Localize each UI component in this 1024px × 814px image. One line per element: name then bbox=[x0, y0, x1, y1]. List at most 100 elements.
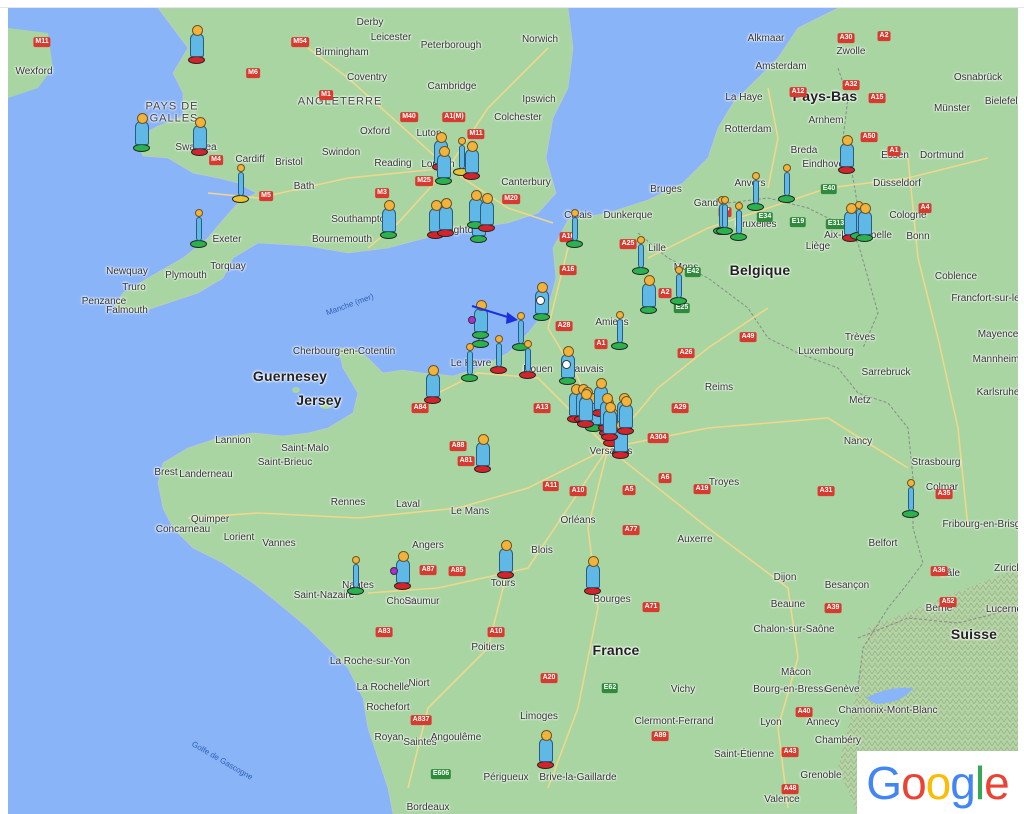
marker-body bbox=[586, 564, 600, 588]
city-label: Fribourg-en-Brisgau bbox=[942, 519, 1018, 530]
city-label: Swindon bbox=[321, 147, 361, 158]
city-label: Canterbury bbox=[501, 177, 551, 188]
map-marker-person[interactable] bbox=[778, 164, 795, 204]
map-marker-person[interactable] bbox=[670, 266, 687, 306]
map-marker-person[interactable] bbox=[519, 340, 536, 380]
map-marker-person[interactable] bbox=[380, 200, 397, 240]
city-label: Rennes bbox=[330, 497, 366, 508]
map-marker-person[interactable] bbox=[566, 209, 583, 249]
map-marker-person[interactable] bbox=[191, 117, 208, 157]
marker-body bbox=[722, 204, 728, 228]
map-marker-person[interactable] bbox=[497, 540, 514, 580]
map-marker-person[interactable] bbox=[730, 202, 747, 242]
map-marker-person[interactable] bbox=[747, 172, 764, 212]
city-label: Falmouth bbox=[106, 305, 148, 316]
map-marker-person[interactable] bbox=[424, 365, 441, 405]
map-marker-person[interactable] bbox=[584, 556, 601, 596]
marker-head bbox=[495, 335, 503, 343]
city-label: Périgueux bbox=[483, 772, 529, 783]
top-border bbox=[0, 0, 1024, 8]
road-shield: A304 bbox=[647, 433, 669, 443]
map-marker-person[interactable] bbox=[468, 300, 489, 340]
map-marker-person[interactable] bbox=[190, 209, 207, 249]
road-shield: A15 bbox=[868, 93, 886, 103]
city-label: Düsseldorf bbox=[873, 178, 921, 189]
marker-base bbox=[232, 195, 249, 203]
map-marker-person[interactable] bbox=[478, 193, 495, 233]
road-shield: A6 bbox=[658, 473, 672, 483]
city-label: Cherbourg-en-Cotentin bbox=[292, 346, 396, 357]
marker-base bbox=[670, 297, 687, 305]
map-marker-person[interactable] bbox=[437, 198, 454, 238]
map-canvas[interactable]: ANGLETERRE PAYS DE GALLES Belgique Pays-Bas F… bbox=[8, 8, 1018, 814]
marker-body bbox=[474, 308, 488, 332]
map-marker-person[interactable] bbox=[461, 343, 478, 383]
google-logo: Google bbox=[857, 751, 1018, 814]
road-shield: M40 bbox=[400, 112, 418, 122]
road-shield: A28 bbox=[555, 321, 573, 331]
city-label: Leicester bbox=[370, 32, 412, 43]
road-shield: A26 bbox=[677, 348, 695, 358]
city-label: Saint-Brieuc bbox=[257, 457, 313, 468]
map-marker-person[interactable] bbox=[601, 402, 618, 442]
city-label: Dortmund bbox=[920, 150, 964, 161]
city-label: Saumur bbox=[404, 596, 440, 607]
marker-body bbox=[353, 564, 359, 588]
map-marker-person[interactable] bbox=[188, 25, 205, 65]
road-shield: M54 bbox=[291, 37, 309, 47]
city-label: Niort bbox=[408, 678, 430, 689]
road-shield: A837 bbox=[410, 715, 432, 725]
marker-head bbox=[441, 198, 452, 209]
map-marker-person[interactable] bbox=[533, 282, 550, 322]
country-label: ANGLETERRE bbox=[297, 95, 383, 108]
map-marker-person[interactable] bbox=[611, 311, 628, 351]
city-label: Truro bbox=[122, 282, 146, 293]
map-marker-person[interactable] bbox=[902, 479, 919, 519]
marker-body bbox=[908, 487, 914, 511]
country-label: Guernesey bbox=[252, 368, 328, 384]
marker-base bbox=[617, 427, 634, 435]
road-shield: E34 bbox=[756, 212, 774, 222]
city-label: Besançon bbox=[824, 580, 870, 591]
map-marker-person[interactable] bbox=[347, 556, 364, 596]
city-label: Bordeaux bbox=[406, 802, 450, 813]
map-marker-person[interactable] bbox=[490, 335, 507, 375]
map-marker-person[interactable] bbox=[133, 113, 150, 153]
road-shield: M4 bbox=[209, 155, 223, 165]
map-marker-person[interactable] bbox=[537, 730, 554, 770]
city-label: Troyes bbox=[708, 477, 740, 488]
map-marker-person[interactable] bbox=[435, 146, 452, 186]
city-label: Clermont-Ferrand bbox=[634, 716, 714, 727]
map-marker-person[interactable] bbox=[617, 396, 634, 436]
map-marker-person[interactable] bbox=[559, 346, 576, 386]
road-shield: A1 bbox=[887, 146, 901, 156]
marker-body bbox=[572, 217, 578, 241]
map-marker-person[interactable] bbox=[232, 164, 249, 204]
city-label: Rotterdam bbox=[724, 124, 772, 135]
city-label: Mayence bbox=[977, 329, 1018, 340]
road-shield: A40 bbox=[795, 707, 813, 717]
marker-purple-dot bbox=[390, 567, 398, 575]
map-marker-person[interactable] bbox=[463, 141, 480, 181]
city-label: Bielefeld bbox=[984, 96, 1018, 107]
map-marker-person[interactable] bbox=[716, 196, 733, 236]
map-marker-person[interactable] bbox=[632, 236, 649, 276]
marker-head bbox=[581, 389, 592, 400]
city-label: Limoges bbox=[520, 711, 558, 722]
map-marker-person[interactable] bbox=[856, 203, 873, 243]
marker-body bbox=[499, 548, 513, 572]
country-label: France bbox=[592, 642, 640, 658]
marker-head bbox=[735, 202, 743, 210]
map-marker-person[interactable] bbox=[838, 135, 855, 175]
map-marker-person[interactable] bbox=[390, 551, 411, 591]
map-marker-person[interactable] bbox=[640, 275, 657, 315]
marker-head bbox=[596, 378, 607, 389]
marker-head bbox=[467, 141, 478, 152]
city-label: Exeter bbox=[212, 234, 242, 245]
map-marker-person[interactable] bbox=[577, 389, 594, 429]
map-marker-person[interactable] bbox=[474, 434, 491, 474]
marker-body bbox=[382, 208, 396, 232]
city-label: Dijon bbox=[773, 572, 797, 583]
road-shield: M11 bbox=[33, 37, 51, 47]
city-label: Oxford bbox=[359, 126, 391, 137]
